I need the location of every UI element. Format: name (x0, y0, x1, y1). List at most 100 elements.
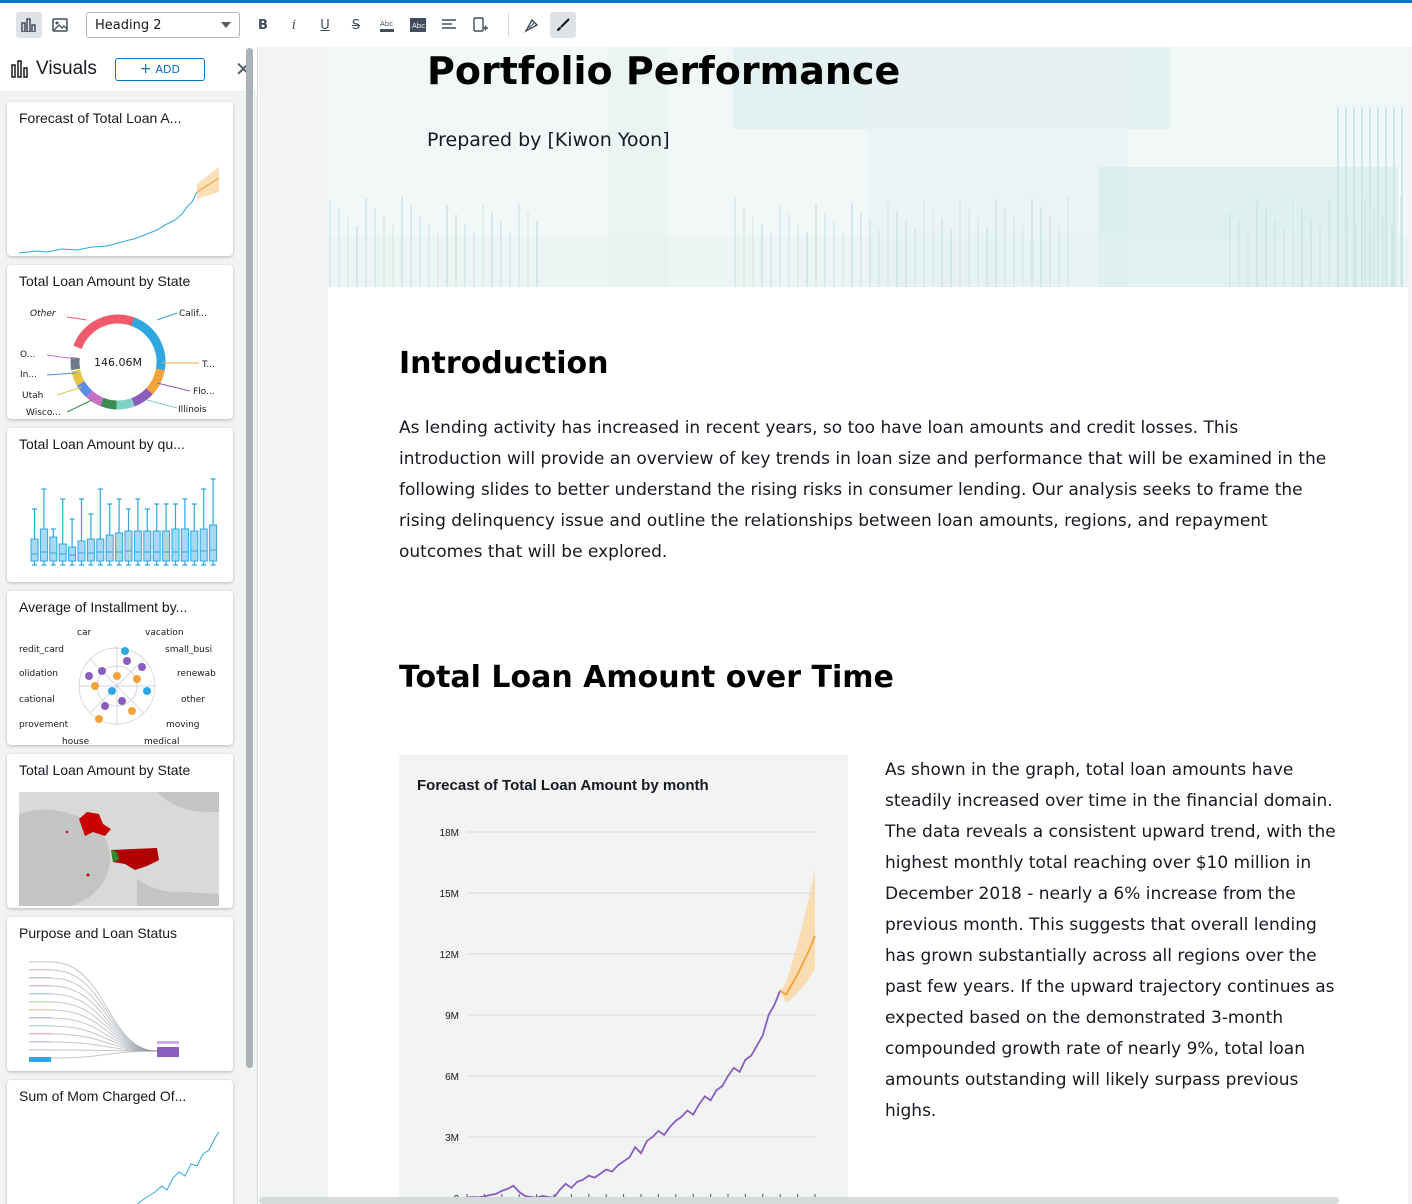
box-rect (77, 540, 86, 562)
sankey-node (29, 969, 51, 971)
sidebar-scrollbar[interactable] (246, 48, 253, 1068)
section-paragraph[interactable]: As shown in the graph, total loan amount… (885, 755, 1343, 1127)
add-label: ADD (155, 62, 180, 76)
sidebar-header: Visuals + ADD ✕ (0, 47, 257, 92)
plus-icon: + (139, 61, 152, 77)
donut-label: Utah (22, 391, 43, 401)
toolbar: Heading 2 B i U S Abc Abc (0, 0, 1412, 47)
radar-label: renewab (177, 669, 216, 679)
visual-card[interactable]: Total Loan Amount by qu... (7, 428, 233, 582)
box-rect (105, 534, 114, 562)
donut-label: In... (20, 370, 37, 380)
mini-donut-chart: 146.06M Other Calif... O... In... T... U… (20, 309, 215, 418)
visual-card[interactable]: Average of Installment by... car vacatio… (7, 591, 233, 745)
document-subtitle[interactable]: Prepared by [Kiwon Yoon] (427, 129, 670, 151)
radar-label: cational (19, 695, 55, 705)
box-rect (143, 530, 152, 562)
sankey-node (29, 977, 51, 979)
toolbar-divider (508, 13, 509, 37)
chart-icon[interactable] (16, 12, 42, 38)
strikethrough-icon[interactable]: S (343, 12, 369, 38)
box-rect (162, 530, 171, 562)
chevron-down-icon (221, 22, 231, 28)
radar-label: provement (19, 720, 69, 730)
donut-label: Calif... (179, 309, 207, 319)
y-tick-label: 18M (440, 828, 459, 839)
horizontal-scrollbar[interactable] (259, 1197, 1339, 1204)
sankey-node (157, 1047, 179, 1057)
sankey-node (29, 1041, 51, 1043)
document-canvas: Portfolio Performance Prepared by [Kiwon… (259, 47, 1412, 1204)
mini-line-chart (136, 1131, 220, 1204)
donut-label: O... (20, 350, 35, 360)
intro-heading[interactable]: Introduction (399, 346, 608, 381)
visuals-sidebar: Visuals + ADD ✕ Forecast of Total Loan A… (0, 47, 258, 1204)
radar-label: vacation (145, 628, 184, 638)
highlight-icon[interactable]: Abc (405, 12, 431, 38)
document-title[interactable]: Portfolio Performance (427, 49, 900, 93)
intro-paragraph[interactable]: As lending activity has increased in rec… (399, 413, 1339, 568)
bold-icon[interactable]: B (250, 12, 276, 38)
brush-icon[interactable] (550, 12, 576, 38)
image-icon[interactable] (47, 12, 73, 38)
svg-text:Abc: Abc (380, 20, 393, 28)
box-rect (39, 528, 48, 562)
donut-label: Other (30, 309, 57, 319)
add-visual-button[interactable]: + ADD (114, 57, 205, 81)
sankey-node (29, 1025, 51, 1027)
sankey-node (29, 961, 51, 963)
donut-label: Wisco... (26, 408, 61, 418)
box-rect (115, 532, 124, 562)
visual-card[interactable]: Sum of Mom Charged Of... (7, 1080, 233, 1204)
forecast-chart-visual[interactable]: Forecast of Total Loan Amount by month 0… (399, 755, 848, 1204)
box-rect (180, 528, 189, 562)
section-heading[interactable]: Total Loan Amount over Time (399, 660, 894, 695)
sankey-node (29, 1057, 51, 1062)
series-line-actual (466, 990, 782, 1199)
donut-center-value: 146.06M (94, 356, 142, 369)
align-icon[interactable] (436, 12, 462, 38)
sankey-node (29, 993, 51, 995)
mini-sankey-chart (29, 961, 179, 1062)
text-style-value: Heading 2 (95, 17, 162, 33)
format-painter-icon[interactable] (519, 12, 545, 38)
box-rect (86, 538, 95, 562)
sankey-node (29, 1017, 51, 1019)
insert-icon[interactable] (467, 12, 493, 38)
radar-label: medical (144, 737, 179, 745)
visual-card[interactable]: Purpose and Loan Status (7, 917, 233, 1071)
document-page: Portfolio Performance Prepared by [Kiwon… (328, 47, 1408, 1204)
sankey-link (50, 1050, 158, 1059)
mini-map-chart (19, 792, 219, 906)
sankey-node (157, 1041, 179, 1044)
text-style-select[interactable]: Heading 2 (86, 12, 240, 38)
sankey-link (50, 977, 158, 1052)
sankey-node (29, 1033, 51, 1035)
y-tick-label: 6M (445, 1072, 459, 1083)
box-rect (209, 524, 218, 562)
y-tick-label: 3M (445, 1133, 459, 1144)
mini-box-plot (30, 478, 218, 566)
visual-card[interactable]: Total Loan Amount by State 146.06M Other… (7, 265, 233, 419)
box-rect (58, 543, 67, 562)
sidebar-title: Visuals (36, 58, 97, 79)
radar-label: car (77, 628, 91, 638)
y-tick-label: 9M (445, 1011, 459, 1022)
text-color-icon[interactable]: Abc (374, 12, 400, 38)
box-rect (152, 530, 161, 562)
donut-label: T... (201, 360, 215, 370)
visual-card[interactable]: Total Loan Amount by State (7, 754, 233, 908)
box-rect (199, 528, 208, 562)
box-rect (49, 536, 58, 562)
sankey-link (50, 969, 158, 1052)
forecast-band (780, 868, 815, 1003)
italic-icon[interactable]: i (281, 12, 307, 38)
visual-card[interactable]: Forecast of Total Loan A... (7, 102, 233, 256)
box-rect (30, 538, 39, 562)
sankey-node (29, 1001, 51, 1003)
title-banner: Portfolio Performance Prepared by [Kiwon… (328, 47, 1408, 287)
radar-label: redit_card (19, 645, 64, 655)
underline-icon[interactable]: U (312, 12, 338, 38)
visuals-icon (11, 60, 28, 78)
mini-radar-chart: car vacation redit_card small_busi olida… (19, 628, 216, 745)
